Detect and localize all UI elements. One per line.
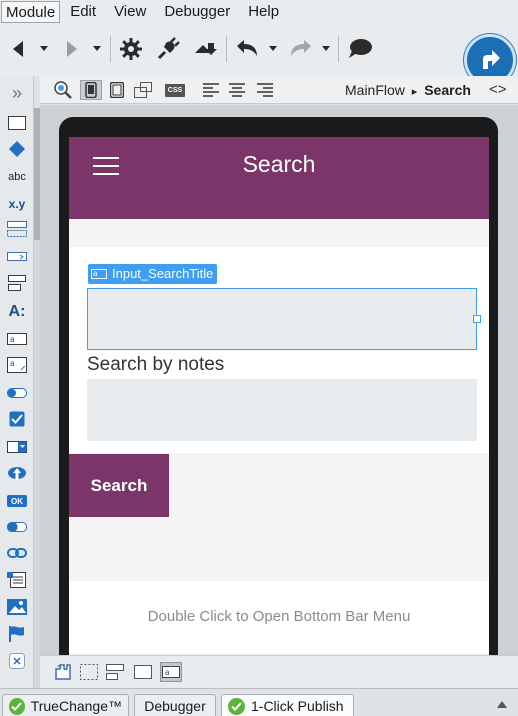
one-click-publish-tab[interactable]: 1-Click Publish — [221, 694, 354, 716]
menu-debugger[interactable]: Debugger — [156, 1, 238, 23]
list-widget-icon[interactable] — [6, 274, 28, 292]
align-right-icon[interactable] — [254, 80, 276, 100]
svg-text:a: a — [10, 335, 15, 344]
selected-widget-name: Input_SearchTitle — [112, 266, 214, 281]
search-notes-input[interactable] — [87, 379, 477, 441]
breadcrumb: MainFlow ▸ Search — [345, 76, 471, 104]
link-chain-widget-icon[interactable] — [6, 544, 28, 562]
upload-widget-icon[interactable] — [6, 464, 28, 482]
block-widget-icon[interactable] — [6, 140, 28, 158]
menu-edit[interactable]: Edit — [62, 1, 104, 23]
toolbar-separator — [226, 36, 227, 62]
bottom-bar-hint: Double Click to Open Bottom Bar Menu — [147, 608, 411, 625]
redo-icon[interactable] — [288, 36, 314, 62]
label-widget-icon[interactable]: A: — [6, 303, 28, 321]
container-widget-icon[interactable] — [6, 114, 28, 132]
toolbar-separator — [338, 36, 339, 62]
search-form: a Input_SearchTitle Search by notes — [69, 247, 489, 453]
bottom-bar[interactable]: Double Click to Open Bottom Bar Menu — [69, 581, 489, 653]
svg-text:a: a — [10, 359, 15, 368]
zoom-icon[interactable] — [52, 80, 74, 100]
one-click-publish-tab-label: 1-Click Publish — [251, 698, 344, 714]
textarea-widget-icon[interactable]: a — [6, 356, 28, 374]
selected-widget-tag[interactable]: a Input_SearchTitle — [88, 264, 218, 284]
menu-bar: Module Edit View Debugger Help — [0, 0, 518, 24]
debugger-tab[interactable]: Debugger — [134, 694, 216, 716]
forward-arrow-icon[interactable] — [60, 36, 82, 62]
input-widget-tag-icon: a — [91, 269, 107, 279]
rotate-preview-icon[interactable] — [132, 80, 154, 100]
toolbar-separator — [110, 36, 111, 62]
placeholder-icon[interactable] — [78, 662, 100, 682]
comment-icon[interactable] — [346, 36, 374, 62]
canvas-toolbar: CSS MainFlow ▸ Search <> — [40, 76, 518, 104]
resize-handle[interactable] — [473, 315, 481, 323]
plug-icon[interactable] — [155, 36, 181, 62]
phone-preview-icon[interactable] — [80, 80, 102, 100]
expand-panel-icon[interactable] — [497, 701, 507, 708]
app-header: Search — [69, 137, 489, 219]
button-group-widget-icon[interactable] — [6, 518, 28, 536]
text-widget-icon[interactable]: abc — [6, 168, 28, 186]
back-history-dropdown[interactable] — [40, 46, 48, 51]
status-bar: TrueChange™ Debugger 1-Click Publish — [0, 688, 518, 716]
check-icon — [9, 697, 25, 715]
gear-icon[interactable] — [118, 36, 144, 62]
menu-view[interactable]: View — [106, 1, 154, 23]
breadcrumb-flow[interactable]: MainFlow — [345, 82, 405, 98]
image-widget-icon[interactable] — [6, 598, 28, 616]
check-icon — [228, 697, 245, 715]
tablet-preview-icon[interactable] — [106, 80, 128, 100]
menu-help[interactable]: Help — [240, 1, 287, 23]
screen-title: Search — [242, 151, 316, 177]
button-widget-icon[interactable]: OK — [6, 492, 28, 510]
widget-tree-toolbar: a — [40, 655, 518, 688]
redo-dropdown[interactable] — [322, 46, 330, 51]
breadcrumb-separator: ▸ — [411, 86, 418, 98]
link-widget-icon[interactable] — [6, 248, 28, 266]
screen-preview: Search a Input_SearchTitle Search by not… — [69, 137, 489, 655]
svg-text:a: a — [165, 668, 170, 677]
debugger-tab-label: Debugger — [144, 698, 206, 714]
expression-widget-icon[interactable]: x.y — [6, 195, 28, 213]
plugin-download-icon[interactable] — [192, 36, 218, 62]
button-widget-label: OK — [7, 495, 27, 507]
design-canvas: Search a Input_SearchTitle Search by not… — [40, 105, 518, 655]
flag-widget-icon[interactable] — [6, 625, 28, 643]
input-selected-icon[interactable]: a — [160, 662, 182, 682]
back-arrow-icon[interactable] — [8, 36, 30, 62]
align-left-icon[interactable] — [200, 80, 222, 100]
container-icon[interactable] — [132, 662, 154, 682]
widget-palette: » abc x.y A: a a OK — [0, 76, 34, 688]
align-center-icon[interactable] — [226, 80, 248, 100]
switch-widget-icon[interactable] — [6, 384, 28, 402]
css-label: CSS — [165, 83, 185, 97]
main-toolbar — [0, 24, 518, 86]
undo-dropdown[interactable] — [269, 46, 277, 51]
search-title-input[interactable] — [87, 288, 477, 350]
forward-history-dropdown[interactable] — [93, 46, 101, 51]
list-layout-icon[interactable] — [104, 662, 126, 682]
checkbox-widget-icon[interactable] — [6, 410, 28, 428]
css-icon[interactable]: CSS — [164, 80, 186, 100]
puzzle-icon[interactable] — [52, 662, 74, 682]
input-widget-icon[interactable]: a — [6, 330, 28, 348]
table-records-widget-icon[interactable] — [6, 572, 28, 590]
dropdown-widget-icon[interactable] — [6, 438, 28, 456]
collapse-palette-icon[interactable]: » — [6, 83, 28, 103]
search-notes-label: Search by notes — [87, 354, 225, 375]
menu-module[interactable]: Module — [1, 1, 61, 23]
search-button[interactable]: Search — [69, 454, 169, 517]
truechange-tab[interactable]: TrueChange™ — [2, 694, 129, 716]
undo-icon[interactable] — [234, 36, 260, 62]
if-widget-icon[interactable] — [6, 220, 28, 238]
truechange-tab-label: TrueChange™ — [30, 698, 122, 714]
close-widget-icon[interactable] — [6, 652, 28, 670]
breadcrumb-screen[interactable]: Search — [424, 82, 471, 98]
code-view-toggle[interactable]: <> — [489, 76, 507, 104]
